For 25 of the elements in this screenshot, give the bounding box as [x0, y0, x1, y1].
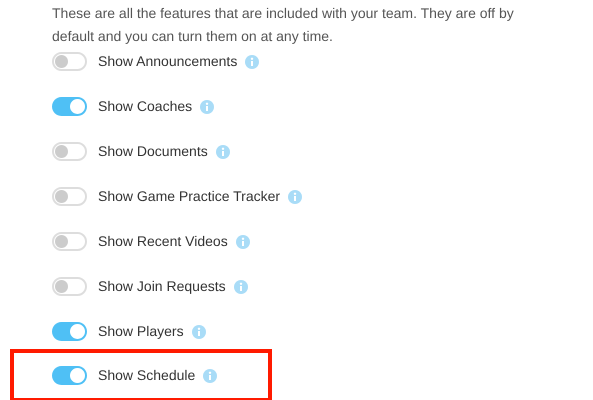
- toggle-switch[interactable]: [52, 187, 87, 206]
- feature-label: Show Announcements: [98, 52, 238, 71]
- feature-label: Show Game Practice Tracker: [98, 187, 280, 206]
- toggle-switch[interactable]: [52, 52, 87, 71]
- toggle-switch[interactable]: [52, 97, 87, 116]
- feature-label: Show Schedule: [98, 366, 196, 385]
- info-icon[interactable]: [288, 190, 302, 204]
- feature-label: Show Coaches: [98, 97, 192, 116]
- toggle-switch[interactable]: [52, 277, 87, 296]
- info-icon[interactable]: [234, 280, 248, 294]
- info-icon[interactable]: [236, 234, 250, 248]
- toggle-switch[interactable]: [52, 142, 87, 161]
- toggle-switch[interactable]: [52, 232, 87, 251]
- info-icon[interactable]: [203, 368, 218, 382]
- info-icon[interactable]: [192, 324, 206, 338]
- feature-label: Show Players: [98, 322, 184, 341]
- description-text: These are all the features that are included with your team. They are off by default and you can turn them on at any time.: [52, 4, 515, 46]
- toggle-switch[interactable]: [52, 322, 87, 341]
- info-icon[interactable]: [200, 100, 214, 114]
- feature-label: Show Join Requests: [98, 277, 226, 296]
- feature-label: Show Documents: [98, 142, 208, 161]
- info-icon[interactable]: [216, 144, 230, 158]
- feature-label: Show Recent Videos: [98, 232, 228, 251]
- toggle-switch[interactable]: [52, 366, 87, 385]
- info-icon[interactable]: [245, 54, 260, 68]
